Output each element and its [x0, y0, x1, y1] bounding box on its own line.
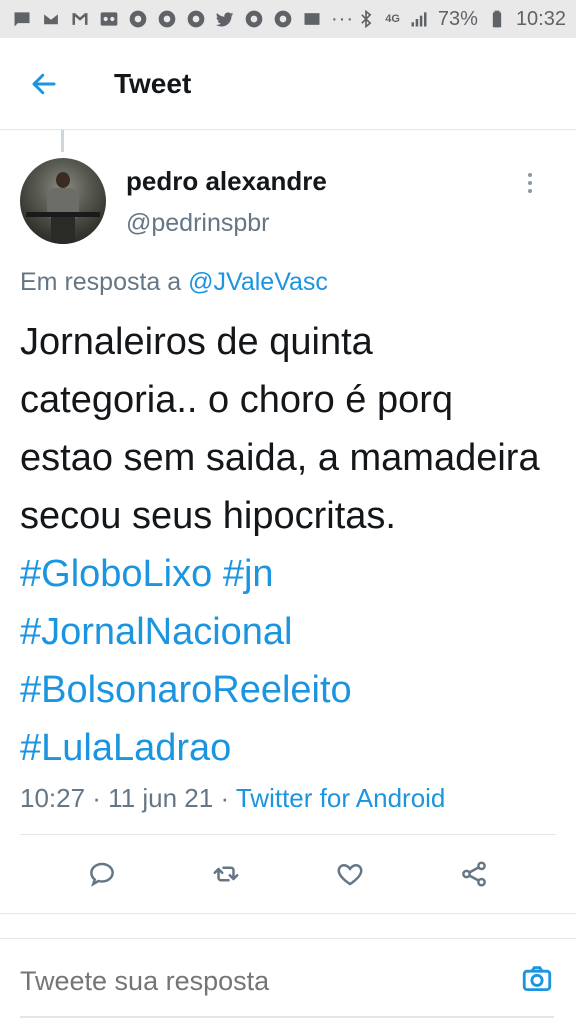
hashtag-link[interactable]: #jn [223, 553, 274, 595]
comment-icon[interactable] [82, 854, 122, 894]
reply-mention-link[interactable]: @JValeVasc [188, 268, 328, 296]
reply-input[interactable] [20, 965, 374, 997]
signal-icon [409, 9, 429, 29]
hashtag-link[interactable]: #BolsonaroReeleito [20, 669, 352, 711]
tweet-body-text: Jornaleiros de quinta categoria.. o chor… [20, 321, 540, 537]
notification-icons: ··· [12, 8, 354, 31]
chrome-icon [273, 9, 293, 29]
app-header: Tweet [0, 38, 576, 130]
message-icon [12, 9, 32, 29]
tweet-text: Jornaleiros de quinta categoria.. o chor… [20, 313, 540, 777]
share-icon[interactable] [454, 854, 494, 894]
reply-context: Em resposta a @JValeVasc [20, 268, 556, 297]
chrome-icon [128, 9, 148, 29]
retweet-icon[interactable] [206, 854, 246, 894]
avatar-head-shape [56, 172, 70, 188]
arrow-left-icon[interactable] [26, 66, 62, 102]
avatar[interactable] [20, 158, 106, 244]
tweet-meta: 10:27 · 11 jun 21 · Twitter for Android [20, 783, 556, 814]
battery-percent: 73% [437, 7, 478, 30]
section-gap [0, 914, 576, 938]
page-title: Tweet [114, 67, 192, 99]
hashtag-link[interactable]: #JornalNacional [20, 611, 293, 653]
email-icon [302, 9, 322, 29]
tweet-author-row: pedro alexandre @pedrinspbr [20, 130, 556, 244]
tweet-source-link[interactable]: Twitter for Android [236, 783, 446, 813]
author-info: pedro alexandre @pedrinspbr [126, 158, 327, 244]
system-status: 4G 73% 10:32 [356, 8, 566, 31]
author-name[interactable]: pedro alexandre [126, 166, 327, 197]
camera-icon[interactable] [520, 962, 554, 1001]
twitter-icon [215, 9, 235, 29]
chrome-icon [186, 9, 206, 29]
chrome-icon [157, 9, 177, 29]
status-bar: ··· 4G 73% 10:32 [0, 0, 576, 38]
voicemail-icon [99, 9, 119, 29]
email-icon [41, 9, 61, 29]
clock: 10:32 [515, 7, 566, 30]
more-vertical-icon[interactable] [518, 170, 542, 196]
reply-composer [0, 938, 576, 1023]
battery-icon [487, 9, 507, 29]
network-type: 4G [385, 12, 400, 25]
reply-input-underline [20, 1016, 554, 1018]
hashtag-link[interactable]: #LulaLadrao [20, 727, 231, 769]
tweet-actions [20, 835, 556, 913]
gmail-icon [70, 9, 90, 29]
avatar-barbell-shape [26, 212, 100, 217]
more-notifications-dots: ··· [331, 7, 354, 30]
hashtag-link[interactable]: #GloboLixo [20, 553, 212, 595]
reply-prefix: Em resposta a [20, 268, 189, 296]
chrome-icon [244, 9, 264, 29]
heart-icon[interactable] [330, 854, 370, 894]
avatar-legs-shape [51, 216, 75, 244]
tweet-timestamp: 10:27 · 11 jun 21 · [20, 783, 236, 813]
tweet-detail: pedro alexandre @pedrinspbr Em resposta … [0, 130, 576, 913]
bluetooth-icon [356, 9, 376, 29]
author-handle[interactable]: @pedrinspbr [126, 209, 327, 238]
